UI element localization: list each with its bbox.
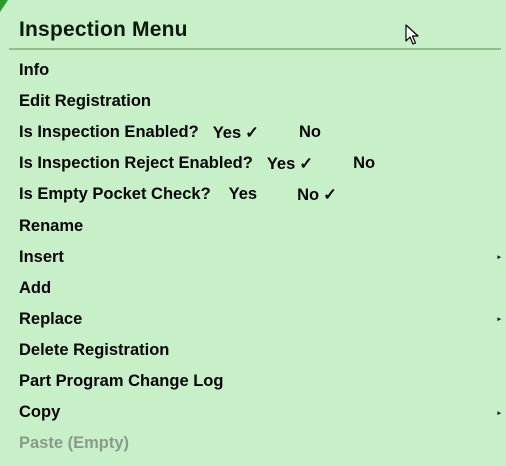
menu-item-label: Insert — [19, 247, 64, 266]
checkmark-icon: ✓ — [245, 123, 259, 142]
option-yes[interactable]: Yes ✓ — [267, 154, 313, 174]
menu-item-label: Delete Registration — [19, 340, 170, 359]
menu-item-add[interactable]: Add — [9, 273, 501, 304]
option-no-label: No — [297, 185, 320, 204]
menu-item-copy[interactable]: Copy ▸ — [9, 397, 501, 428]
menu-item-change-log[interactable]: Part Program Change Log — [9, 366, 501, 397]
corner-accent — [0, 0, 8, 12]
menu-item-delete-registration[interactable]: Delete Registration — [9, 335, 501, 366]
menu-item-empty-pocket-check: Is Empty Pocket Check? Yes No ✓ — [9, 179, 501, 210]
option-no[interactable]: No — [299, 123, 321, 142]
checkmark-icon: ✓ — [299, 154, 314, 173]
submenu-arrow-icon: ▸ — [497, 409, 501, 417]
menu-item-replace[interactable]: Replace ▸ — [9, 304, 501, 335]
menu-item-insert[interactable]: Insert ▸ — [9, 242, 501, 273]
menu-item-paste: Paste (Empty) — [9, 428, 501, 459]
option-yes[interactable]: Yes ✓ — [213, 123, 259, 143]
menu-item-label: Replace — [19, 309, 83, 328]
option-no[interactable]: No ✓ — [297, 185, 337, 205]
option-yes-label: Yes — [228, 185, 258, 204]
menu-item-label: Add — [19, 278, 52, 297]
option-yes[interactable]: Yes — [229, 185, 257, 204]
menu-item-inspection-reject-enabled: Is Inspection Reject Enabled? Yes ✓ No — [9, 148, 501, 179]
menu-item-label: Part Program Change Log — [19, 371, 224, 390]
menu-item-edit-registration[interactable]: Edit Registration — [9, 86, 501, 117]
menu-item-label: Rename — [19, 216, 84, 235]
menu-item-label: Is Inspection Reject Enabled? — [19, 154, 253, 173]
option-yes-label: Yes — [212, 123, 242, 142]
menu-item-label: Copy — [19, 403, 61, 422]
option-no-label: No — [353, 154, 376, 173]
menu-item-label: Paste (Empty) — [19, 434, 130, 453]
submenu-arrow-icon: ▸ — [497, 254, 501, 262]
option-no-label: No — [298, 123, 321, 142]
inspection-menu: Inspection Menu Info Edit Registration I… — [0, 0, 506, 466]
menu-item-info[interactable]: Info — [9, 55, 501, 86]
checkmark-icon: ✓ — [323, 185, 337, 204]
menu-item-label: Edit Registration — [19, 92, 152, 111]
menu-title: Inspection Menu — [19, 18, 188, 41]
menu-items: Info Edit Registration Is Inspection Ena… — [9, 55, 501, 459]
menu-item-inspection-enabled: Is Inspection Enabled? Yes ✓ No — [9, 117, 501, 148]
menu-item-rename[interactable]: Rename — [9, 210, 501, 241]
menu-item-label: Info — [19, 61, 50, 80]
option-yes-label: Yes — [266, 154, 296, 173]
menu-item-label: Is Inspection Enabled? — [19, 123, 199, 142]
menu-header: Inspection Menu — [9, 6, 501, 50]
option-no[interactable]: No — [353, 154, 375, 173]
menu-item-label: Is Empty Pocket Check? — [19, 185, 211, 204]
mouse-pointer-icon — [405, 24, 419, 45]
submenu-arrow-icon: ▸ — [497, 316, 501, 324]
